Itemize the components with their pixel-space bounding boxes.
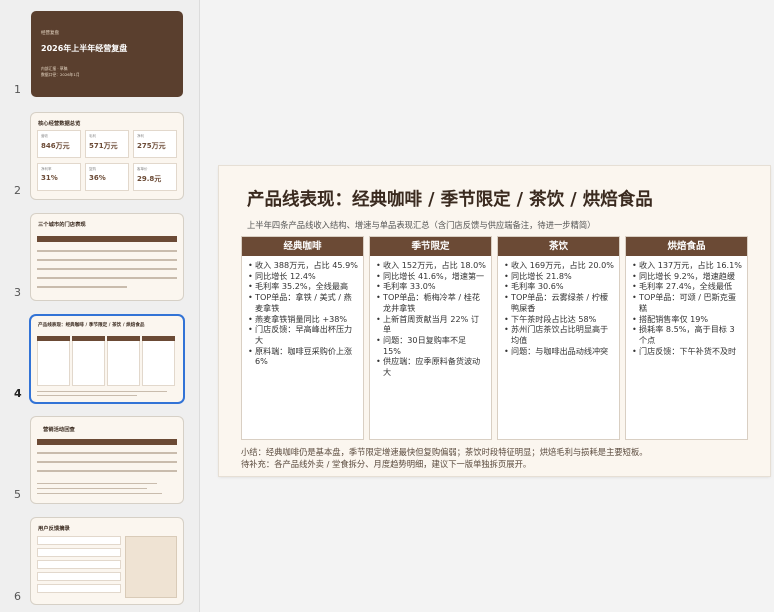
bullet-item: 问题：30日复购率不足 15% (376, 335, 486, 356)
column-classic-coffee[interactable]: 经典咖啡 收入 388万元，占比 45.9% 同比增长 12.4% 毛利率 35… (241, 236, 364, 440)
thumb-note (37, 488, 147, 489)
thumb-table-header (37, 439, 177, 445)
summary-line: 小结：经典咖啡仍是基本盘，季节限定增速最快但复购偏弱；茶饮时段特征明显；烘焙毛利… (241, 447, 648, 457)
bullet-item: 收入 169万元，占比 20.0% (504, 260, 614, 271)
thumb-quote (37, 560, 121, 569)
thumb-title: 营销活动回查 (43, 427, 75, 433)
thumb-kpi-card: 毛利 571万元 (85, 130, 129, 158)
bullet-item: 门店反馈：下午补货不及时 (632, 346, 742, 357)
thumb-column (72, 336, 105, 386)
thumb-note (37, 395, 137, 396)
thumb-column-head (142, 336, 175, 341)
summary-line: 待补充：各产品线外卖 / 堂食拆分、月度趋势明细，建议下一版单独拆页展开。 (241, 458, 532, 469)
slide-thumbnail-panel: 1 经营复盘 2026年上半年经营复盘 内部汇报 · 草稿 数据口径：2026年… (0, 0, 200, 612)
bullet-item: 毛利率 33.0% (376, 281, 486, 292)
product-line-columns: 经典咖啡 收入 388万元，占比 45.9% 同比增长 12.4% 毛利率 35… (241, 236, 749, 440)
bullet-item: TOP单品：拿铁 / 美式 / 燕麦拿铁 (248, 292, 358, 313)
slide-canvas[interactable]: 产品线表现：经典咖啡 / 季节限定 / 茶饮 / 烘焙食品 上半年四条产品线收入… (219, 166, 770, 476)
thumb-kpi-card: 净利 275万元 (133, 130, 177, 158)
bullet-item: 问题：与咖啡出品动线冲突 (504, 346, 614, 357)
slide-thumbnail-1[interactable]: 经营复盘 2026年上半年经营复盘 内部汇报 · 草稿 数据口径：2026年1月 (31, 11, 183, 97)
thumb-kpi-card: 复购 36% (85, 163, 129, 191)
bullet-item: 同比增长 41.6%，增速第一 (376, 271, 486, 282)
thumb-quote (37, 548, 121, 557)
thumb-title: 2026年上半年经营复盘 (41, 44, 128, 53)
thumb-table-row (37, 470, 177, 472)
bullet-item: 毛利率 35.2%，全线最高 (248, 281, 358, 292)
thumb-title: 核心经营数据总览 (38, 121, 81, 127)
slide-number: 6 (14, 590, 21, 603)
column-header: 烘焙食品 (626, 237, 747, 256)
thumb-title: 用户反馈摘录 (38, 526, 70, 532)
thumb-kicker: 经营复盘 (41, 31, 59, 36)
thumb-table-row (37, 259, 177, 261)
bullet-item: 门店反馈：早高峰出杯压力大 (248, 324, 358, 345)
thumb-column (142, 336, 175, 386)
thumb-note (37, 286, 127, 288)
thumb-column-head (37, 336, 70, 341)
slide-thumbnail-4[interactable]: 产品线表现：经典咖啡 / 季节限定 / 茶饮 / 烘焙食品 (31, 316, 183, 402)
thumb-title: 三个城市的门店表现 (38, 222, 86, 228)
bullet-item: 原料端：咖啡豆采购价上涨 6% (248, 346, 358, 367)
thumb-kpi-card: 客单价 29.8元 (133, 163, 177, 191)
slide-number: 3 (14, 286, 21, 299)
slide-number: 2 (14, 184, 21, 197)
column-seasonal[interactable]: 季节限定 收入 152万元，占比 18.0% 同比增长 41.6%，增速第一 毛… (369, 236, 492, 440)
thumb-note (37, 483, 157, 484)
slide-thumbnail-3[interactable]: 三个城市的门店表现 (31, 214, 183, 300)
slide-number: 4 (14, 387, 22, 400)
bullet-item: 同比增长 12.4% (248, 271, 358, 282)
slide-thumbnail-5[interactable]: 营销活动回查 (31, 417, 183, 503)
bullet-item: 下午茶时段占比达 58% (504, 314, 614, 325)
bullet-item: 供应端：应季原料备货波动大 (376, 356, 486, 377)
slide-number: 5 (14, 488, 21, 501)
thumb-table-row (37, 452, 177, 454)
thumb-column-head (107, 336, 140, 341)
bullet-item: 毛利率 27.4%，全线最低 (632, 281, 742, 292)
thumb-kpi-card: 营收 846万元 (37, 130, 81, 158)
bullet-item: 损耗率 8.5%，高于目标 3 个点 (632, 324, 742, 345)
bullet-item: TOP单品：栀梅冷萃 / 桂花龙井拿铁 (376, 292, 486, 313)
column-tea[interactable]: 茶饮 收入 169万元，占比 20.0% 同比增长 21.8% 毛利率 30.6… (497, 236, 620, 440)
thumb-quote (37, 584, 121, 593)
thumb-table-row (37, 277, 177, 279)
bullet-item: 收入 137万元，占比 16.1% (632, 260, 742, 271)
slide-thumbnail-2[interactable]: 核心经营数据总览 营收 846万元 毛利 571万元 净利 275万元 净利率 … (31, 113, 183, 199)
bullet-item: TOP单品：可颂 / 巴斯克蛋糕 (632, 292, 742, 313)
thumb-table-header (37, 236, 177, 242)
slide-subtitle[interactable]: 上半年四条产品线收入结构、增速与单品表现汇总（含门店反馈与供应端备注，待进一步精… (247, 219, 595, 231)
thumb-table-row (37, 268, 177, 270)
thumb-table-row (37, 250, 177, 252)
thumb-note (37, 493, 162, 494)
slide-thumbnail-6[interactable]: 用户反馈摘录 (31, 518, 183, 604)
bullet-item: 同比增长 21.8% (504, 271, 614, 282)
thumb-quote (37, 536, 121, 545)
thumb-title: 产品线表现：经典咖啡 / 季节限定 / 茶饮 / 烘焙食品 (38, 323, 145, 328)
thumb-column-head (72, 336, 105, 341)
column-header: 季节限定 (370, 237, 491, 256)
bullet-item: 搭配销售率仅 19% (632, 314, 742, 325)
bullet-item: 收入 152万元，占比 18.0% (376, 260, 486, 271)
column-header: 茶饮 (498, 237, 619, 256)
bullet-item: 苏州门店茶饮占比明显高于均值 (504, 324, 614, 345)
bullet-item: 上新首周贡献当月 22% 订单 (376, 314, 486, 335)
slide-title[interactable]: 产品线表现：经典咖啡 / 季节限定 / 茶饮 / 烘焙食品 (247, 186, 653, 211)
thumb-column (37, 336, 70, 386)
thumb-note (37, 391, 167, 392)
slide-number: 1 (14, 83, 21, 96)
thumb-quote (37, 572, 121, 581)
thumb-image-placeholder (125, 536, 177, 598)
column-bakery[interactable]: 烘焙食品 收入 137万元，占比 16.1% 同比增长 9.2%，增速趋缓 毛利… (625, 236, 748, 440)
thumb-column (107, 336, 140, 386)
column-header: 经典咖啡 (242, 237, 363, 256)
bullet-item: TOP单品：云雾绿茶 / 柠檬鸭屎香 (504, 292, 614, 313)
bullet-item: 同比增长 9.2%，增速趋缓 (632, 271, 742, 282)
bullet-item: 毛利率 30.6% (504, 281, 614, 292)
bullet-item: 收入 388万元，占比 45.9% (248, 260, 358, 271)
bullet-item: 燕麦拿铁销量同比 +38% (248, 314, 358, 325)
slide-summary[interactable]: 小结：经典咖啡仍是基本盘，季节限定增速最快但复购偏弱；茶饮时段特征明显；烘焙毛利… (241, 447, 648, 470)
thumb-meta: 数据口径：2026年1月 (41, 72, 80, 77)
thumb-kpi-card: 净利率 31% (37, 163, 81, 191)
thumb-table-row (37, 461, 177, 463)
